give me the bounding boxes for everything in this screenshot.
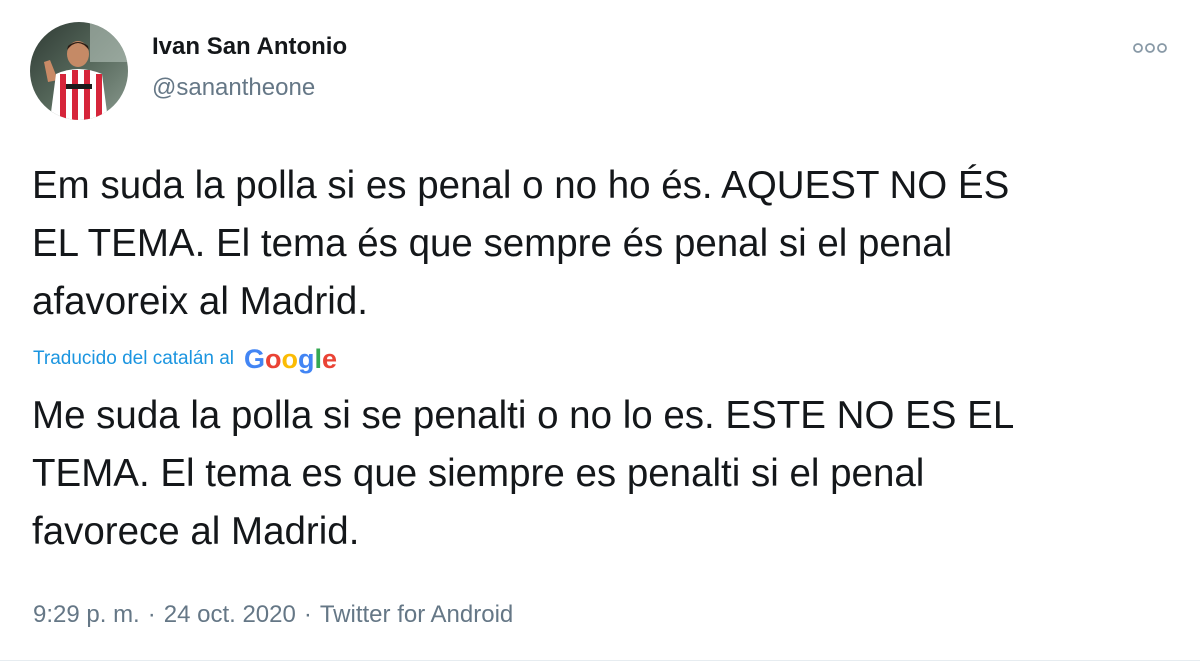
tweet-text-translated: Me suda la polla si se penalti o no lo e… (32, 387, 1172, 561)
tweet-card: Ivan San Antonio @sanantheone Em suda la… (0, 0, 1200, 661)
translation-attribution: Traducido del catalán al Google (33, 343, 342, 375)
tweet-metadata: 9:29 p. m. · 24 oct. 2020 · Twitter for … (33, 598, 513, 632)
svg-text:Google: Google (244, 344, 337, 374)
tweet-text-line: afavoreix al Madrid. (32, 280, 368, 323)
more-options-icon[interactable] (1130, 36, 1170, 60)
tweet-text-original: Em suda la polla si es penal o no ho és.… (32, 157, 1172, 331)
avatar[interactable] (30, 22, 128, 120)
tweet-text-line: favorece al Madrid. (32, 510, 360, 553)
tweet-date[interactable]: 24 oct. 2020 (164, 598, 296, 632)
tweet-time[interactable]: 9:29 p. m. (33, 598, 140, 632)
separator-dot: · (303, 601, 312, 628)
tweet-text-line: Em suda la polla si es penal o no ho és.… (32, 164, 1010, 207)
tweet-text-line: EL TEMA. El tema és que sempre és penal … (32, 222, 953, 265)
separator-dot: · (147, 601, 156, 628)
tweet-text-line: TEMA. El tema es que siempre es penalti … (32, 452, 925, 495)
author-handle[interactable]: @sanantheone (152, 73, 315, 103)
tweet-text-line: Me suda la polla si se penalti o no lo e… (32, 394, 1015, 437)
tweet-source[interactable]: Twitter for Android (320, 598, 513, 632)
author-name[interactable]: Ivan San Antonio (152, 32, 347, 62)
translated-from-label[interactable]: Traducido del catalán al (33, 344, 234, 374)
avatar-photo (30, 22, 128, 120)
google-logo[interactable]: Google (244, 343, 342, 375)
